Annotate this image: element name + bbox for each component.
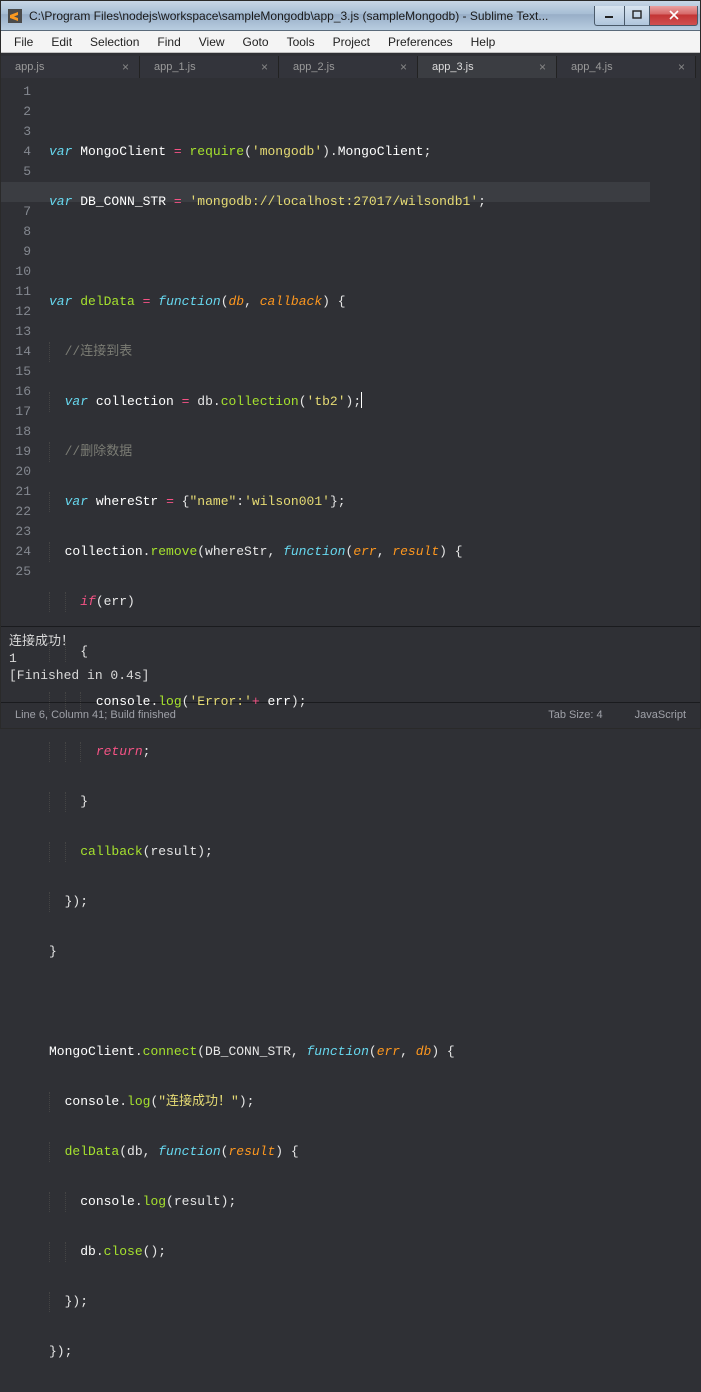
tab-label: app.js <box>15 61 44 73</box>
tab-app-4-js[interactable]: app_4.js × <box>557 56 696 78</box>
sublime-icon <box>7 8 23 24</box>
window-titlebar: C:\Program Files\nodejs\workspace\sample… <box>1 1 700 31</box>
menu-project[interactable]: Project <box>324 33 379 51</box>
code-area[interactable]: var MongoClient = require('mongodb').Mon… <box>49 78 650 626</box>
menu-tools[interactable]: Tools <box>278 33 324 51</box>
tab-label: app_3.js <box>432 61 474 73</box>
close-icon <box>668 10 680 20</box>
text-caret <box>361 392 362 408</box>
tab-label: app_4.js <box>571 61 613 73</box>
minimap[interactable] <box>650 78 700 626</box>
tab-app-1-js[interactable]: app_1.js × <box>140 56 279 78</box>
window-maximize-button[interactable] <box>624 6 650 26</box>
close-icon[interactable]: × <box>400 61 407 73</box>
editor[interactable]: 1234567891011121314151617181920212223242… <box>1 78 700 626</box>
tab-bar: app.js × app_1.js × app_2.js × app_3.js … <box>1 53 700 78</box>
window-close-button[interactable] <box>650 6 698 26</box>
menu-edit[interactable]: Edit <box>42 33 81 51</box>
menu-selection[interactable]: Selection <box>81 33 148 51</box>
menu-file[interactable]: File <box>5 33 42 51</box>
menu-view[interactable]: View <box>190 33 234 51</box>
close-icon[interactable]: × <box>122 61 129 73</box>
minimize-icon <box>605 10 615 20</box>
close-icon[interactable]: × <box>678 61 685 73</box>
window-minimize-button[interactable] <box>594 6 624 26</box>
tab-label: app_1.js <box>154 61 196 73</box>
menu-bar: File Edit Selection Find View Goto Tools… <box>1 31 700 53</box>
tab-app-2-js[interactable]: app_2.js × <box>279 56 418 78</box>
tab-app-js[interactable]: app.js × <box>1 56 140 78</box>
close-icon[interactable]: × <box>539 61 546 73</box>
menu-help[interactable]: Help <box>462 33 505 51</box>
tab-label: app_2.js <box>293 61 335 73</box>
console-line: 1 <box>9 651 17 666</box>
menu-goto[interactable]: Goto <box>234 33 278 51</box>
window-title: C:\Program Files\nodejs\workspace\sample… <box>29 9 594 23</box>
tab-app-3-js[interactable]: app_3.js × <box>418 56 557 78</box>
line-gutter: 1234567891011121314151617181920212223242… <box>1 78 49 626</box>
menu-preferences[interactable]: Preferences <box>379 33 462 51</box>
maximize-icon <box>632 10 642 20</box>
menu-find[interactable]: Find <box>148 33 189 51</box>
close-icon[interactable]: × <box>261 61 268 73</box>
